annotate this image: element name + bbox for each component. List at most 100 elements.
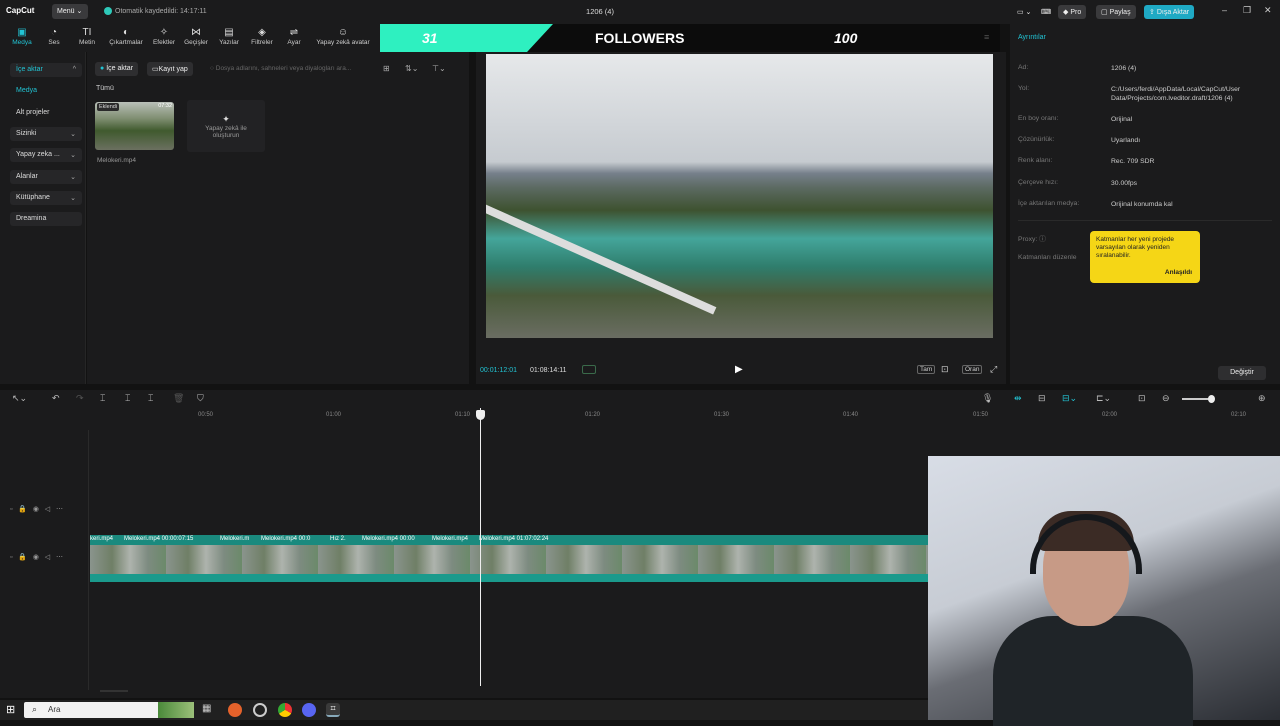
followers-banner: 31 FOLLOWERS 100 ≡ (380, 24, 1000, 52)
preview-axis-icon[interactable]: ⊟⌄ (1062, 393, 1077, 404)
filter-all-tab[interactable]: Tümü (96, 85, 114, 92)
pro-button[interactable]: ◆ Pro (1058, 5, 1087, 19)
tool-audio[interactable]: ◔ Ses (44, 27, 64, 46)
ruler-tick: 01:20 (585, 412, 601, 418)
magnet-icon[interactable]: ⇹ (1014, 393, 1022, 404)
trim-right-icon[interactable]: ⌶ (148, 393, 153, 404)
detail-value: Orijinal konumda kal (1111, 201, 1173, 208)
redo-icon[interactable]: ↷ (76, 393, 84, 404)
panel-menu-icon[interactable]: ≡ (984, 32, 989, 42)
layout-icon[interactable]: ▭ ⌄ (1012, 5, 1036, 19)
menu-button[interactable]: Menü ⌄ (52, 4, 88, 19)
fullscreen-full-button[interactable]: Tam (917, 365, 936, 374)
zoom-fit-icon[interactable]: ⊕ (1258, 393, 1266, 404)
firefox-icon[interactable] (228, 703, 242, 717)
undo-icon[interactable]: ↶ (52, 393, 60, 404)
text-icon: TI (82, 27, 92, 38)
expand-icon[interactable]: ⤢ (990, 364, 997, 375)
sidebar-item-import[interactable]: İçe aktar ^ (10, 63, 82, 77)
zoom-slider-handle[interactable] (1208, 395, 1215, 403)
tool-effects[interactable]: ✧ Efektler (150, 27, 178, 46)
tool-toolbar: ▣ Medya ◔ Ses TI Metin ◐ Çıkartmalar ✧ Efektl… (0, 24, 380, 52)
select-tool-icon[interactable]: ↖⌄ (12, 393, 27, 404)
proxy-text: Proxy: (1018, 236, 1038, 243)
shortcut-icon[interactable]: ⌨ (1036, 5, 1056, 19)
sidebar-item-spaces[interactable]: Alanlar ⌄ (10, 170, 82, 184)
zoom-fit-icon[interactable]: ⊡ (941, 364, 949, 375)
sidebar-item-ai[interactable]: Yapay zeka ... ⌄ (10, 148, 82, 162)
sidebar-item-subprojects[interactable]: Alt projeler (10, 106, 82, 120)
detail-key: Renk alanı: (1018, 157, 1053, 164)
sidebar-item-label: Alt projeler (16, 109, 50, 116)
close-icon[interactable]: ✕ (1264, 5, 1272, 16)
play-icon[interactable]: ▶ (735, 364, 743, 375)
caption-icon[interactable]: ⊡ (1138, 393, 1146, 404)
trim-left-icon[interactable]: ⌶ (125, 393, 130, 404)
microphone-icon[interactable]: 🎙 (982, 393, 993, 404)
playhead-handle[interactable] (476, 410, 485, 420)
autosave-status: Otomatik kaydedildi: 14:17:11 (104, 7, 207, 15)
detail-key: Yol: (1018, 85, 1030, 92)
tool-adjust[interactable]: ⇌ Ayar (284, 27, 304, 46)
link-icon[interactable]: ⊟ (1038, 393, 1046, 404)
chevron-down-icon: ⌄ (70, 174, 76, 181)
restore-icon[interactable]: ❐ (1243, 5, 1251, 16)
delete-icon[interactable]: 🗑 (173, 393, 184, 404)
track-controls-upper[interactable]: ▫ 🔒 ◉ ◁ ⋯ (10, 505, 63, 513)
split-icon[interactable]: ⌶ (100, 393, 105, 404)
minimize-icon[interactable]: – (1222, 5, 1227, 15)
tool-ai-avatar[interactable]: ☺ Yapay zekâ avatar (312, 27, 374, 46)
sidebar-item-media[interactable]: Medya (10, 84, 82, 98)
capcut-taskbar-icon[interactable]: ⌗ (326, 703, 340, 717)
video-preview[interactable] (486, 54, 993, 338)
media-search-input[interactable]: ○ Dosya adlarını, sahneleri veya diyalog… (205, 62, 369, 76)
horizontal-scrollbar[interactable] (100, 690, 128, 692)
share-label: Paylaş (1109, 9, 1131, 16)
added-badge: Eklendi (97, 103, 120, 111)
snap-icon[interactable]: ⊏⌄ (1096, 393, 1111, 404)
zoom-out-icon[interactable]: ⊖ (1162, 393, 1170, 404)
playhead[interactable] (480, 408, 481, 686)
track-controls-main[interactable]: ▫ 🔒 ◉ ◁ ⋯ (10, 553, 63, 561)
share-button[interactable]: ▢ Paylaş (1096, 5, 1136, 19)
export-button[interactable]: ⇪ Dışa Aktar (1144, 5, 1195, 19)
tool-text[interactable]: TI Metin (76, 27, 98, 46)
media-clip-thumbnail[interactable]: Eklendi 07:32 (95, 102, 174, 150)
tool-media[interactable]: ▣ Medya (10, 27, 34, 46)
windows-start-icon[interactable]: ⊞ (6, 703, 15, 716)
tool-stickers[interactable]: ◐ Çıkartmalar (106, 27, 146, 46)
record-button[interactable]: ▭Kayıt yap (147, 62, 193, 76)
aspect-ratio-button[interactable]: Oran (962, 365, 983, 374)
tool-filters[interactable]: ◈ Filtreler (248, 27, 276, 46)
ai-create-tile[interactable]: ✦ Yapay zekâ ile oluşturun (187, 100, 265, 152)
marker-icon[interactable]: ⛉ (197, 393, 204, 404)
import-icon: ● (100, 65, 105, 72)
task-view-icon[interactable]: ▦ (202, 703, 216, 717)
clip-label: Melokeri.m (220, 536, 250, 542)
change-button[interactable]: Değiştir (1218, 366, 1266, 380)
app-icon[interactable] (253, 703, 267, 717)
discord-icon[interactable] (302, 703, 316, 717)
main-clip-header[interactable]: keri.mp4 Melokeri.mp4 00:00:07:15 Meloke… (90, 535, 928, 545)
main-clip-filmstrip[interactable] (90, 545, 928, 582)
sidebar-item-dreamina[interactable]: Dreamina (10, 212, 82, 226)
info-icon: ⓘ (1039, 236, 1046, 243)
grid-view-icon[interactable]: ⊞ (383, 64, 390, 73)
filter-icon[interactable]: ⊤⌄ (432, 64, 446, 73)
chevron-down-icon: ⌄ (70, 131, 76, 138)
sort-icon[interactable]: ⇅⌄ (405, 64, 418, 73)
tool-captions[interactable]: ▤ Yazılar (216, 27, 242, 46)
sidebar-item-library[interactable]: Kütüphane ⌄ (10, 191, 82, 205)
tooltip-ok-button[interactable]: Anlaşıldı (1165, 269, 1192, 277)
media-panel: ● İçe aktar ▭Kayıt yap ○ Dosya adlarını,… (87, 52, 469, 384)
sidebar-item-yours[interactable]: Sizinki ⌄ (10, 127, 82, 141)
search-icon: ⌕ (32, 704, 38, 714)
banner-current-count: 31 (422, 30, 438, 46)
import-button[interactable]: ● İçe aktar (95, 62, 139, 76)
tool-label: Yazılar (219, 39, 239, 46)
banner-accent (380, 24, 553, 52)
chrome-icon[interactable] (278, 703, 292, 717)
waveform-icon[interactable] (582, 365, 596, 374)
title-bar: CapCut Menü ⌄ Otomatik kaydedildi: 14:17… (0, 0, 1280, 24)
tool-transitions[interactable]: ⋈ Geçişler (182, 27, 210, 46)
